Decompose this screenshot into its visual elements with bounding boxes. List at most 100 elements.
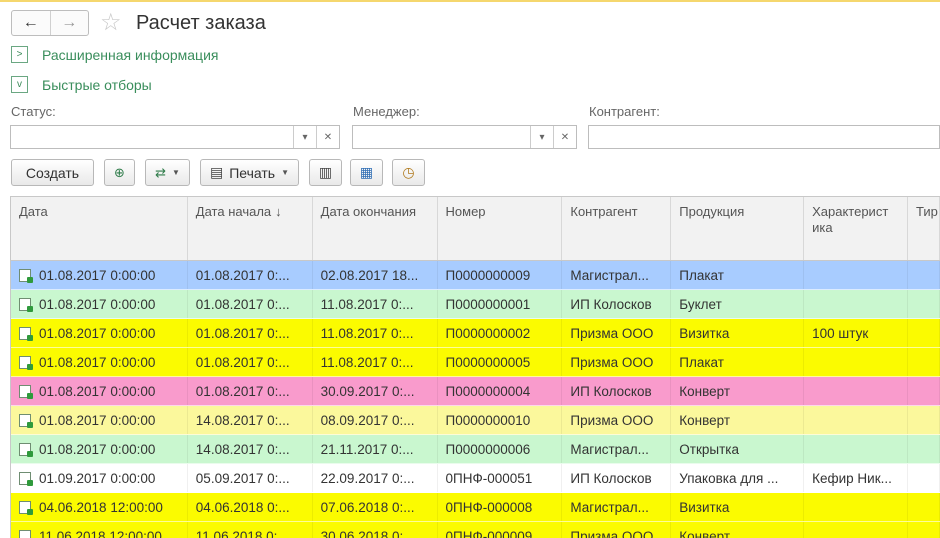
barcode-button[interactable]: ▥ [309,159,342,186]
table-row[interactable]: 01.08.2017 0:00:00 14.08.2017 0:... 21.11.… [11,435,940,464]
dropdown-arrow-icon[interactable]: ▾ [530,126,553,148]
expand-down-icon: v [11,76,28,93]
table-cell: Кефир Ник... [804,464,909,492]
col-start-date[interactable]: Дата начала ↓ [188,197,313,260]
counterparty-input[interactable] [589,126,939,148]
cell-text: 01.08.2017 0:00:00 [39,442,156,457]
printer-icon: ▤ [209,164,224,180]
cell-text: Магистрал... [570,442,649,457]
dropdown-arrow-icon[interactable]: ▾ [293,126,316,148]
col-counterparty[interactable]: Контрагент [562,197,672,260]
cell-text: 01.08.2017 0:00:00 [39,413,156,428]
document-posted-icon [19,385,33,399]
cell-text: Конверт [679,384,731,399]
counterparty-label: Контрагент: [589,104,660,119]
table-row[interactable]: 01.09.2017 0:00:00 05.09.2017 0:... 22.09.… [11,464,940,493]
cell-text: 100 штук [812,326,869,341]
forward-button[interactable]: → [51,11,89,35]
table-row[interactable]: 01.08.2017 0:00:00 14.08.2017 0:... 08.09.… [11,406,940,435]
chevron-down-icon: ▼ [281,168,290,177]
table-cell: 01.09.2017 0:00:00 [11,464,188,492]
create-based-on-button[interactable]: ⇄ ▼ [145,159,190,186]
table-row[interactable]: 01.08.2017 0:00:00 01.08.2017 0:... 11.08.… [11,348,940,377]
cell-text: 01.08.2017 0:... [195,268,290,283]
col-characteristic[interactable]: Характерист ика [804,197,908,260]
table-row[interactable]: 01.08.2017 0:00:00 01.08.2017 0:... 02.08.… [11,261,940,290]
cell-text: 30.06.2018 0:... [320,529,415,538]
back-button[interactable]: ← [12,11,51,35]
table-row[interactable]: 11.06.2018 12:00:00 11.06.2018 0:... 30.06… [11,522,940,538]
table-cell: 01.08.2017 0:00:00 [11,261,188,289]
cell-text: 11.06.2018 0:... [195,529,289,538]
table-cell: Призма ООО [562,319,672,347]
cell-text: 08.09.2017 0:... [320,413,415,428]
counterparty-field[interactable] [588,125,940,149]
cell-text: 11.08.2017 0:... [320,326,414,341]
report-icon: ▦ [359,164,374,180]
cell-text: 04.06.2018 12:00:00 [39,500,163,515]
cell-text: 05.09.2017 0:... [195,471,290,486]
table-cell: 14.08.2017 0:... [188,406,313,434]
create-button[interactable]: Создать [11,159,94,186]
col-date[interactable]: Дата [11,197,188,260]
col-end-date[interactable]: Дата окончания [313,197,438,260]
table-cell: 0ПНФ-000009 [438,522,563,538]
table-cell: 0ПНФ-000008 [438,493,563,521]
clear-icon[interactable]: ✕ [316,126,339,148]
table-cell: Магистрал... [562,261,672,289]
table-cell: Буклет [671,290,805,318]
table-cell: ИП Колосков [562,464,672,492]
sort-down-icon: ↓ [275,204,282,219]
table-cell: 21.11.2017 0:... [313,435,438,463]
cell-text: 22.09.2017 0:... [320,471,415,486]
status-input[interactable] [11,126,293,148]
extended-info-group[interactable]: > Расширенная информация [11,46,218,63]
document-posted-icon [19,501,33,515]
cell-text: 01.09.2017 0:00:00 [39,471,156,486]
manager-input[interactable] [353,126,530,148]
favorite-star-icon[interactable]: ☆ [100,10,122,36]
quick-filters-group[interactable]: v Быстрые отборы [11,76,152,93]
orders-table: Дата Дата начала ↓ Дата окончания Номер К… [10,196,940,538]
cell-text: Конверт [679,413,731,428]
cell-text: Упаковка для ... [679,471,779,486]
table-cell: 01.08.2017 0:00:00 [11,406,188,434]
manager-field[interactable]: ▾ ✕ [352,125,577,149]
document-posted-icon [19,530,31,538]
table-cell: 01.08.2017 0:... [188,319,313,347]
table-cell: ИП Колосков [562,377,672,405]
cell-text: 14.08.2017 0:... [195,413,290,428]
schedule-button[interactable]: ◷ [392,159,425,186]
table-cell [804,261,909,289]
table-cell: Плакат [671,348,805,376]
clear-icon[interactable]: ✕ [553,126,576,148]
table-cell: 07.06.2018 0:... [313,493,438,521]
table-cell: 01.08.2017 0:00:00 [11,377,188,405]
table-cell: Магистрал... [562,435,672,463]
table-cell [804,493,909,521]
table-cell: 11.06.2018 0:... [188,522,313,538]
cell-text: П0000000005 [445,355,531,370]
report-button[interactable]: ▦ [350,159,383,186]
table-cell: П0000000004 [438,377,563,405]
table-row[interactable]: 01.08.2017 0:00:00 01.08.2017 0:... 11.08.… [11,319,940,348]
copy-button[interactable]: ⊕ [104,159,135,186]
table-cell: 11.06.2018 12:00:00 [11,522,188,538]
document-posted-icon [19,443,33,457]
table-cell: 01.08.2017 0:00:00 [11,435,188,463]
status-field[interactable]: ▾ ✕ [10,125,340,149]
table-row[interactable]: 01.08.2017 0:00:00 01.08.2017 0:... 30.09.… [11,377,940,406]
table-row[interactable]: 04.06.2018 12:00:00 04.06.2018 0:... 07.06… [11,493,940,522]
table-cell: П0000000009 [438,261,563,289]
cell-text: Плакат [679,268,724,283]
cell-text: Кефир Ник... [812,471,892,486]
col-number[interactable]: Номер [438,197,563,260]
table-cell: 100 штук [804,319,909,347]
cell-text: 01.08.2017 0:00:00 [39,297,156,312]
table-row[interactable]: 01.08.2017 0:00:00 01.08.2017 0:... 11.08.… [11,290,940,319]
table-cell: 30.06.2018 0:... [313,522,438,538]
print-button[interactable]: ▤ Печать ▼ [200,159,299,186]
col-type[interactable]: Тир [908,197,940,260]
table-cell: П0000000010 [438,406,563,434]
col-product[interactable]: Продукция [671,197,805,260]
